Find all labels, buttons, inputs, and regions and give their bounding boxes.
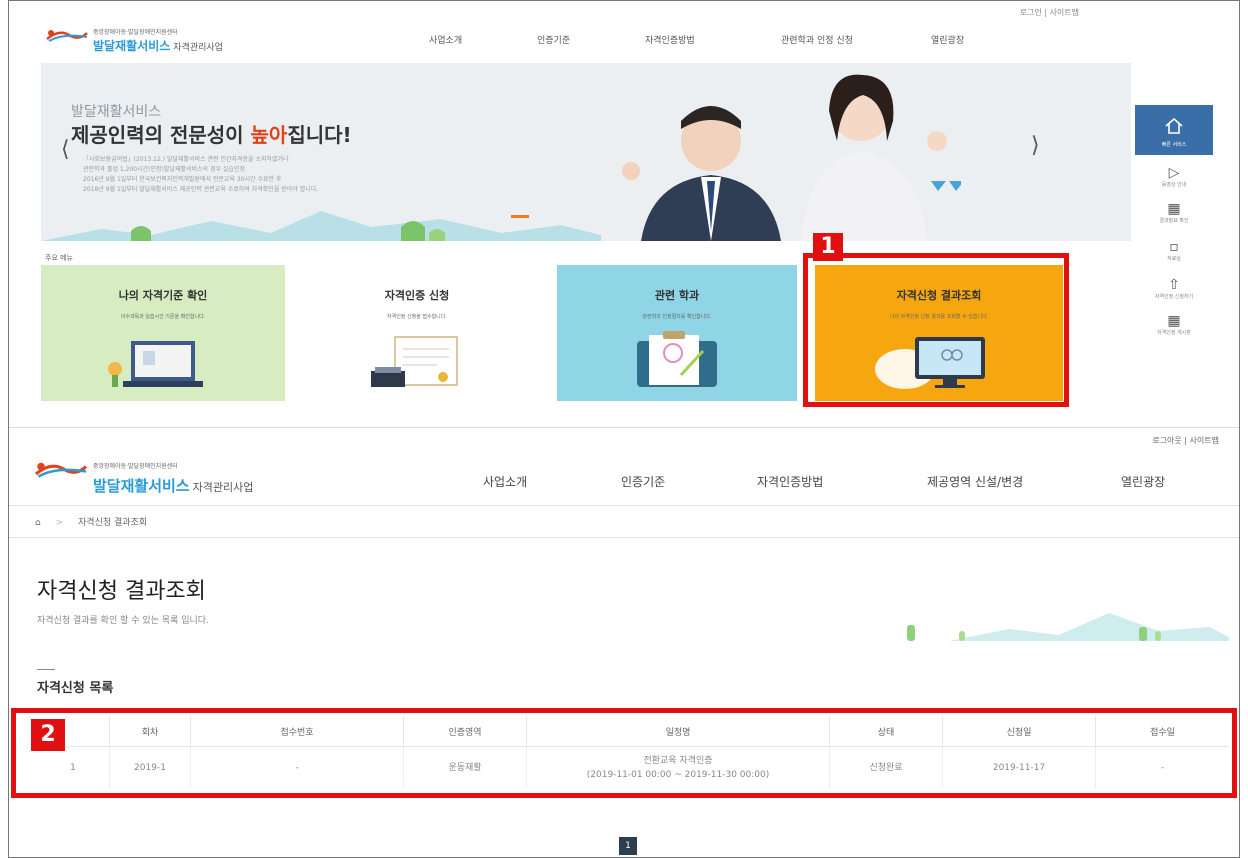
board-icon: ▦ — [1167, 313, 1181, 329]
breadcrumb-separator: > — [55, 518, 64, 528]
top-main-nav: 사업소개 인증기준 자격인증방법 관련학과 인정 신청 열린광장 — [429, 33, 1011, 46]
banner-next-arrow-icon[interactable]: ⟩ — [1031, 133, 1040, 158]
nav-item-method[interactable]: 자격인증방법 — [645, 33, 781, 46]
breadcrumb-bottom-border — [9, 537, 1239, 538]
quick-item-video[interactable]: ▷ 동영상 안내 — [1135, 165, 1213, 188]
calendar-icon: ▦ — [1167, 201, 1181, 217]
logo-main-text: 발달재활서비스 자격관리사업 — [93, 39, 223, 53]
quick-item-board[interactable]: ▦ 자격인정 게시판 — [1135, 313, 1213, 336]
tile-related-departments[interactable]: 관련 학과 관련학과 인정절차를 확인합니다. — [557, 265, 797, 401]
nav2-item-method[interactable]: 자격인증방법 — [757, 473, 823, 490]
section-title-accent — [37, 669, 55, 670]
page-description: 자격신청 결과를 확인 할 수 있는 목록 입니다. — [37, 616, 209, 626]
quick-item-result[interactable]: ▦ 결과발표 확인 — [1135, 201, 1213, 224]
logo-org-text: 중앙장애아동·발달장애인지원센터 — [93, 29, 178, 36]
banner-prev-arrow-icon[interactable]: ⟨ — [61, 137, 70, 162]
breadcrumb: ⌂ > 자격신청 결과조회 — [35, 515, 147, 528]
laptop-illustration-icon — [108, 341, 203, 387]
tile-check-qualification[interactable]: 나의 자격기준 확인 이수과목과 실습시간 기준을 확인합니다. — [41, 265, 285, 401]
nav2-item-criteria[interactable]: 인증기준 — [621, 473, 665, 490]
banner-subtitle: 발달재활서비스 — [71, 104, 162, 120]
quick-item-apply[interactable]: ⇧ 자격인정 신청하기 — [1135, 277, 1213, 300]
site-logo-top[interactable]: 중앙장애아동·발달장애인지원센터 발달재활서비스 자격관리사업 — [45, 25, 295, 55]
breadcrumb-current: 자격신청 결과조회 — [78, 518, 148, 528]
home-icon[interactable]: ⌂ — [35, 518, 41, 528]
logo-swoosh-icon — [35, 462, 88, 478]
nav2-item-intro[interactable]: 사업소개 — [483, 473, 527, 490]
logo-org-text: 중앙장애아동·발달장애인지원센터 — [93, 463, 178, 470]
quick-service-header[interactable]: 빠른 서비스 — [1135, 105, 1213, 155]
certificate-illustration-icon — [371, 336, 458, 387]
pagination-page-1[interactable]: 1 — [619, 837, 637, 855]
page-title: 자격신청 결과조회 — [37, 579, 206, 604]
banner-title: 제공인력의 전문성이 높아집니다! — [71, 123, 352, 147]
nav2-item-open-square[interactable]: 열린광장 — [1121, 473, 1165, 490]
banner-people-illustration — [622, 74, 961, 241]
section-title: 자격신청 목록 — [37, 681, 114, 696]
nav-item-open-square[interactable]: 열린광장 — [931, 33, 1011, 46]
nav-item-criteria[interactable]: 인증기준 — [537, 33, 645, 46]
step-badge-one: 1 — [813, 233, 843, 261]
logo-main-text: 발달재활서비스 자격관리사업 — [93, 477, 254, 495]
banner-description: 「사회보장급여법」(2013.12.) 발달재활서비스 관련 민간자격증을 소지… — [83, 156, 319, 193]
main-menu-label: 주요 메뉴 — [45, 254, 73, 262]
highlight-box-result-table — [11, 708, 1237, 798]
top-utility-links[interactable]: 로그인 | 사이트맵 — [1020, 7, 1079, 18]
banner-slide-indicator[interactable] — [511, 215, 529, 218]
clipboard-illustration-icon — [637, 331, 717, 387]
quick-service-label: 빠른 서비스 — [1161, 142, 1187, 148]
folder-icon: ▫ — [1169, 239, 1179, 255]
section-divider — [9, 427, 1239, 428]
tile-apply-certification[interactable]: 자격인증 신청 자격인정 신청을 접수합니다. — [299, 265, 535, 401]
quick-item-archive[interactable]: ▫ 자료실 — [1135, 239, 1213, 262]
screenshot-frame: 로그인 | 사이트맵 중앙장애아동·발달장애인지원센터 발달재활서비스 자격관리사… — [8, 0, 1240, 858]
quick-service-panel: 빠른 서비스 ▷ 동영상 안내 ▦ 결과발표 확인 ▫ 자료실 ⇧ 자격인정 신… — [1135, 105, 1213, 355]
upload-icon: ⇧ — [1168, 277, 1180, 293]
step-badge-two: 2 — [31, 719, 65, 751]
logo-swoosh-icon — [46, 30, 88, 42]
site-logo-bottom[interactable]: 중앙장애아동·발달장애인지원센터 발달재활서비스 자격관리사업 — [33, 457, 353, 497]
header-mountains-illustration — [907, 613, 1229, 641]
nav2-item-area-change[interactable]: 제공영역 신설/변경 — [927, 473, 1023, 490]
nav-item-dept-request[interactable]: 관련학과 인정 신청 — [781, 33, 931, 46]
hero-banner: ⟨ 발달재활서비스 제공인력의 전문성이 높아집니다! 「사회보장급여법」(20… — [41, 63, 1131, 241]
play-icon: ▷ — [1168, 165, 1180, 181]
breadcrumb-top-border — [9, 505, 1239, 506]
home-icon — [1165, 117, 1183, 134]
bottom-utility-links[interactable]: 로그아웃 | 사이트맵 — [1152, 435, 1219, 446]
highlight-box-result-tile — [803, 253, 1069, 407]
nav-item-intro[interactable]: 사업소개 — [429, 33, 537, 46]
